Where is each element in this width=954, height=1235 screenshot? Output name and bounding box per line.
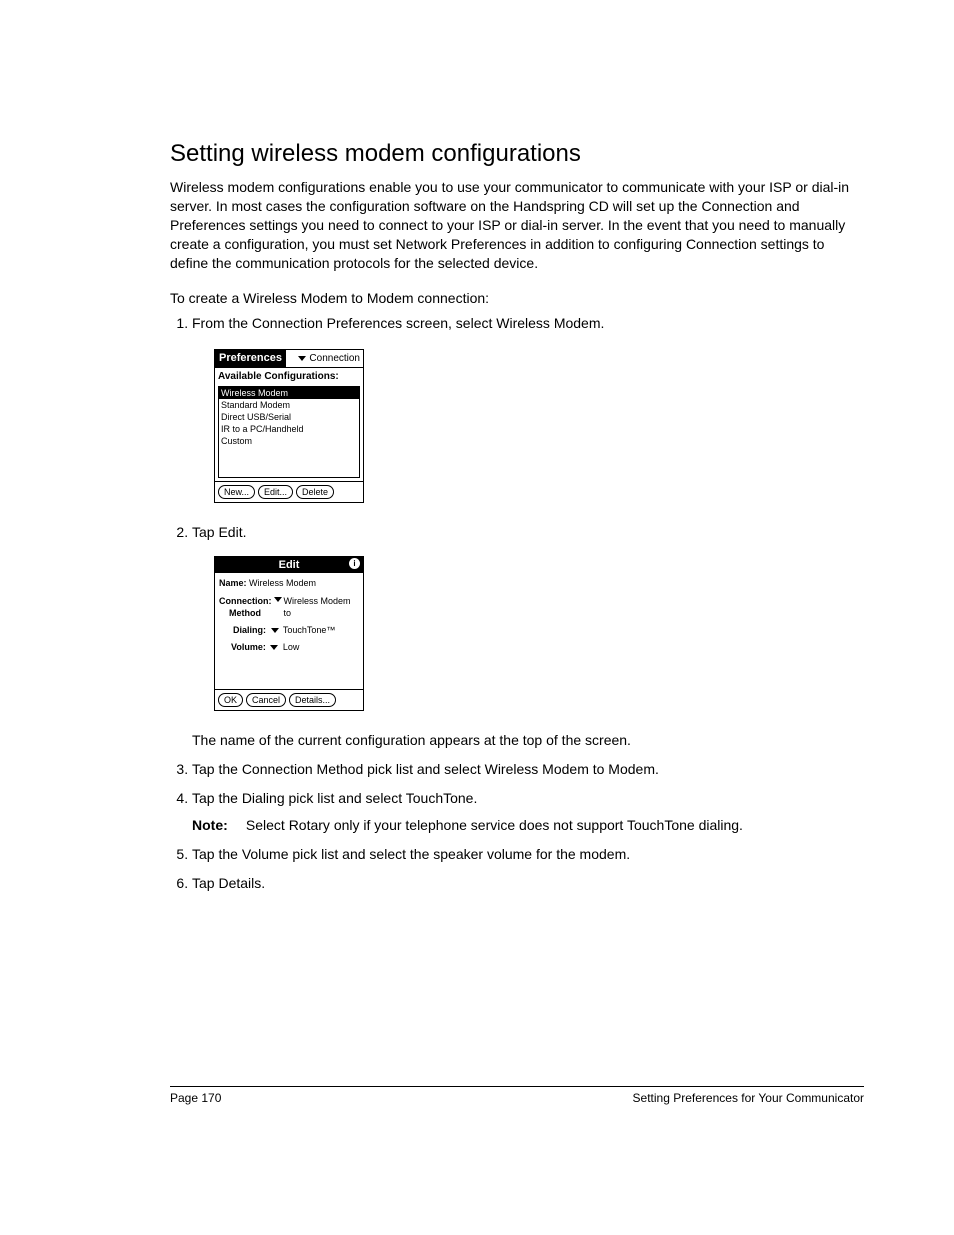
config-list[interactable]: Wireless Modem Standard Modem Direct USB…	[218, 386, 360, 478]
page-heading: Setting wireless modem configurations	[170, 140, 864, 168]
procedure-heading: To create a Wireless Modem to Modem conn…	[170, 290, 864, 306]
list-header: Available Configurations:	[215, 368, 363, 384]
connection-label: Connection:	[219, 595, 272, 607]
step-6: Tap Details.	[192, 874, 864, 893]
info-icon[interactable]: i	[349, 558, 360, 569]
note-text: Select Rotary only if your telephone ser…	[246, 817, 743, 833]
list-item[interactable]: Wireless Modem	[219, 387, 359, 399]
list-item[interactable]: Custom	[219, 435, 359, 447]
step-1: From the Connection Preferences screen, …	[192, 314, 864, 502]
chevron-down-icon[interactable]	[270, 645, 278, 650]
list-item[interactable]: Standard Modem	[219, 399, 359, 411]
edit-screenshot: Edit i Name: Wireless Modem Connection: …	[214, 556, 364, 712]
method-label: Method	[219, 607, 272, 619]
page-footer: Page 170 Setting Preferences for Your Co…	[170, 1086, 864, 1105]
name-value: Wireless Modem	[249, 578, 316, 588]
dialing-row: Dialing: TouchTone™	[219, 624, 359, 636]
step-4: Tap the Dialing pick list and select Tou…	[192, 789, 864, 835]
footer-section-title: Setting Preferences for Your Communicato…	[633, 1091, 864, 1105]
intro-paragraph: Wireless modem configurations enable you…	[170, 178, 864, 272]
chevron-down-icon	[298, 356, 306, 361]
ok-button[interactable]: OK	[218, 693, 243, 707]
dialing-label: Dialing:	[233, 625, 266, 635]
panel-menu[interactable]: Connection	[295, 351, 363, 367]
dialog-title: Edit	[279, 559, 300, 571]
chevron-down-icon[interactable]	[274, 597, 282, 602]
cancel-button[interactable]: Cancel	[246, 693, 286, 707]
step-text: Tap Edit.	[192, 524, 246, 540]
list-item[interactable]: IR to a PC/Handheld	[219, 423, 359, 435]
connection-value: Wireless Modem to	[284, 595, 360, 619]
volume-row: Volume: Low	[219, 641, 359, 653]
screenshot-titlebar: Preferences Connection	[215, 350, 363, 368]
step-5: Tap the Volume pick list and select the …	[192, 845, 864, 864]
step-2: Tap Edit. Edit i Name: Wireless Modem Co…	[192, 523, 864, 751]
button-row: New... Edit... Delete	[215, 481, 363, 502]
connection-row: Connection: Method Wireless Modem to	[219, 595, 359, 619]
details-button[interactable]: Details...	[289, 693, 336, 707]
preferences-screenshot: Preferences Connection Available Configu…	[214, 349, 364, 502]
edit-button[interactable]: Edit...	[258, 485, 293, 499]
procedure-list: From the Connection Preferences screen, …	[170, 314, 864, 892]
name-row: Name: Wireless Modem	[219, 577, 359, 589]
step-aftertext: The name of the current configuration ap…	[192, 731, 864, 750]
document-page: Setting wireless modem configurations Wi…	[0, 0, 954, 1235]
note-label: Note:	[192, 816, 242, 835]
dialog-titlebar: Edit i	[215, 557, 363, 574]
step-text: Tap the Dialing pick list and select Tou…	[192, 790, 477, 806]
delete-button[interactable]: Delete	[296, 485, 334, 499]
volume-label: Volume:	[231, 642, 266, 652]
step-3: Tap the Connection Method pick list and …	[192, 760, 864, 779]
chevron-down-icon[interactable]	[271, 628, 279, 633]
note-row: Note: Select Rotary only if your telepho…	[192, 816, 864, 835]
panel-menu-label: Connection	[309, 352, 360, 366]
page-number: Page 170	[170, 1091, 221, 1105]
volume-value: Low	[283, 642, 300, 652]
dialog-body: Name: Wireless Modem Connection: Method …	[215, 573, 363, 689]
list-item[interactable]: Direct USB/Serial	[219, 411, 359, 423]
button-row: OK Cancel Details...	[215, 689, 363, 710]
name-label: Name:	[219, 578, 247, 588]
app-title: Preferences	[215, 350, 286, 367]
new-button[interactable]: New...	[218, 485, 255, 499]
dialing-value: TouchTone™	[283, 625, 336, 635]
step-text: From the Connection Preferences screen, …	[192, 315, 604, 331]
